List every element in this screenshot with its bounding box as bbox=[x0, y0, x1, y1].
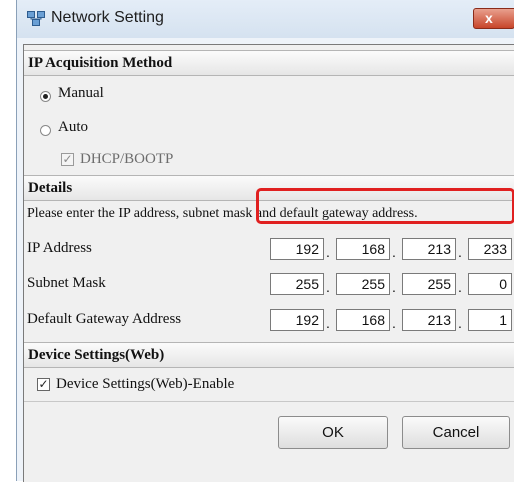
subnet-octet-2[interactable]: 255 bbox=[336, 273, 390, 295]
cancel-button[interactable]: Cancel bbox=[402, 416, 510, 449]
ip-octet-3[interactable]: 213 bbox=[402, 238, 456, 260]
ip-address-field[interactable]: 192 . 168 . 213 . 233 bbox=[268, 238, 514, 262]
network-settings-icon bbox=[27, 11, 45, 26]
subnet-mask-field[interactable]: 255 . 255 . 255 . 0 bbox=[268, 273, 514, 297]
gateway-octet-3[interactable]: 213 bbox=[402, 309, 456, 331]
title-bar[interactable]: Network Setting x bbox=[17, 0, 514, 38]
ok-button[interactable]: OK bbox=[278, 416, 388, 449]
ip-dot: . bbox=[458, 244, 462, 260]
dialog-body: IP Acquisition Method Manual Auto ✓ DHCP… bbox=[23, 44, 514, 482]
gateway-dot: . bbox=[458, 315, 462, 331]
close-icon: x bbox=[485, 10, 493, 26]
ip-dot: . bbox=[392, 244, 396, 260]
manual-radio[interactable] bbox=[40, 91, 51, 102]
subnet-octet-3[interactable]: 255 bbox=[402, 273, 456, 295]
default-gateway-field[interactable]: 192 . 168 . 213 . 1 bbox=[268, 309, 514, 333]
ip-octet-1[interactable]: 192 bbox=[270, 238, 324, 260]
subnet-dot: . bbox=[458, 279, 462, 295]
gateway-dot: . bbox=[392, 315, 396, 331]
subnet-octet-1[interactable]: 255 bbox=[270, 273, 324, 295]
device-settings-enable-checkbox[interactable]: ✓ bbox=[37, 378, 50, 391]
ip-address-highlight-box bbox=[256, 188, 514, 224]
gateway-octet-4[interactable]: 1 bbox=[468, 309, 512, 331]
ip-octet-2[interactable]: 168 bbox=[336, 238, 390, 260]
window-title: Network Setting bbox=[51, 9, 164, 26]
close-button[interactable]: x bbox=[473, 8, 514, 29]
ip-octet-4[interactable]: 233 bbox=[468, 238, 512, 260]
device-settings-heading: Device Settings(Web) bbox=[24, 342, 514, 368]
manual-label[interactable]: Manual bbox=[58, 85, 104, 102]
gateway-octet-2[interactable]: 168 bbox=[336, 309, 390, 331]
subnet-octet-4[interactable]: 0 bbox=[468, 273, 512, 295]
gateway-dot: . bbox=[326, 315, 330, 331]
default-gateway-label: Default Gateway Address bbox=[27, 311, 182, 327]
ip-acquisition-heading: IP Acquisition Method bbox=[24, 50, 514, 76]
auto-label[interactable]: Auto bbox=[58, 119, 88, 136]
subnet-dot: . bbox=[392, 279, 396, 295]
ip-dot: . bbox=[326, 244, 330, 260]
subnet-dot: . bbox=[326, 279, 330, 295]
device-settings-enable-label[interactable]: Device Settings(Web)-Enable bbox=[56, 376, 234, 393]
auto-radio[interactable] bbox=[40, 125, 51, 136]
gateway-octet-1[interactable]: 192 bbox=[270, 309, 324, 331]
network-setting-window: Network Setting x IP Acquisition Method … bbox=[16, 0, 514, 482]
button-area-divider bbox=[24, 401, 514, 402]
dhcp-bootp-label: DHCP/BOOTP bbox=[80, 151, 174, 167]
ip-address-label: IP Address bbox=[27, 240, 92, 256]
subnet-mask-label: Subnet Mask bbox=[27, 275, 106, 291]
dhcp-bootp-checkbox: ✓ bbox=[61, 152, 74, 166]
